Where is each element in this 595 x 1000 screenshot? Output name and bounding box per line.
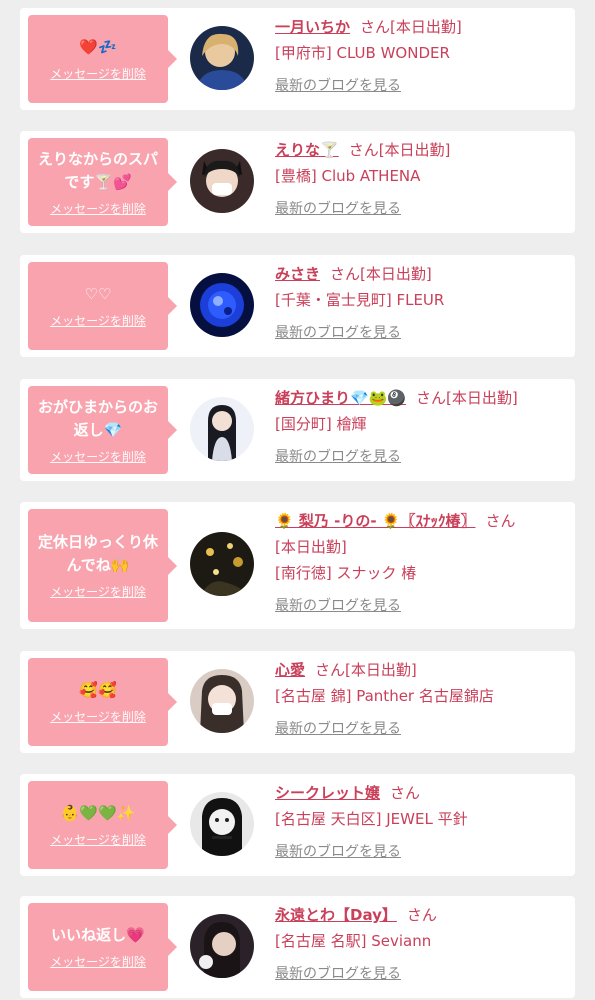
delete-message-link[interactable]: メッセージを削除: [50, 583, 146, 600]
message-text: 定休日ゆっくり休んでね🙌: [37, 533, 158, 574]
delete-message-link[interactable]: メッセージを削除: [50, 708, 146, 725]
message-card: いいね返し💗 メッセージを削除 永遠とわ【Day】 さん [名古屋 名駅] Sev…: [20, 896, 575, 998]
person-photo-icon: [190, 792, 254, 856]
cast-status: さん[本日出勤]: [315, 661, 417, 679]
latest-blog-link[interactable]: 最新のブログを見る: [275, 844, 401, 860]
message-text: ❤️💤: [79, 38, 117, 56]
person-photo-icon: [190, 26, 254, 90]
message-bubble: ❤️💤 メッセージを削除: [28, 15, 177, 103]
blue-crystal-photo-icon: [190, 273, 254, 337]
avatar[interactable]: [190, 397, 254, 461]
delete-message-link[interactable]: メッセージを削除: [50, 831, 146, 848]
message-text: 🥰🥰: [79, 681, 117, 699]
message-text: おがひまからのお返し💎: [37, 397, 158, 439]
message-text: えりなからのスパです🍸💕: [37, 149, 158, 191]
delete-message-link[interactable]: メッセージを削除: [50, 65, 146, 82]
message-bubble: ♡♡ メッセージを削除: [28, 262, 177, 350]
avatar[interactable]: [190, 532, 254, 596]
cast-status: さん[本日出勤]: [416, 389, 518, 407]
cast-name-link[interactable]: 心愛: [275, 661, 305, 679]
latest-blog-link[interactable]: 最新のブログを見る: [275, 966, 401, 982]
cast-info: みさき さん[本日出勤] [千葉・富士見町] FLEUR 最新のブログを見る: [275, 261, 563, 346]
shop-info: [甲府市] CLUB WONDER: [275, 44, 450, 62]
message-card: ♡♡ メッセージを削除 みさき さん[本日出勤] [千葉・富士見町] FLEUR …: [20, 255, 575, 357]
cast-info: 緒方ひまり💎🐸🎱 さん[本日出勤] [国分町] 檜輝 最新のブログを見る: [275, 385, 563, 470]
avatar[interactable]: [190, 792, 254, 856]
cast-info: シークレット嬢 さん [名古屋 天白区] JEWEL 平針 最新のブログを見る: [275, 780, 563, 865]
delete-message-link[interactable]: メッセージを削除: [50, 953, 146, 970]
message-card: ❤️💤 メッセージを削除 一月いちか さん[本日出勤] [甲府市] CLUB WO…: [20, 8, 575, 110]
shop-info: [国分町] 檜輝: [275, 415, 367, 433]
cast-name-link[interactable]: 🌻 梨乃 -りの- 🌻〖ｽﾅｯｸ椿〗: [275, 512, 475, 530]
cast-info: 心愛 さん[本日出勤] [名古屋 錦] Panther 名古屋錦店 最新のブログを…: [275, 657, 563, 742]
cast-status: さん: [406, 906, 437, 924]
person-photo-icon: [190, 149, 254, 213]
message-bubble: いいね返し💗 メッセージを削除: [28, 903, 177, 991]
cast-name-link[interactable]: 緒方ひまり💎🐸🎱: [275, 389, 406, 407]
cast-status: さん[本日出勤]: [360, 18, 462, 36]
cast-info: 永遠とわ【Day】 さん [名古屋 名駅] Seviann 最新のブログを見る: [275, 902, 563, 987]
cast-status: さん[本日出勤]: [330, 265, 432, 283]
message-text: 👶💚💚✨: [60, 804, 136, 822]
shop-info: [名古屋 天白区] JEWEL 平針: [275, 810, 468, 828]
cast-status-line: [本日出勤]: [275, 538, 347, 556]
cast-name-link[interactable]: 永遠とわ【Day】: [275, 906, 397, 924]
delete-message-link[interactable]: メッセージを削除: [50, 448, 146, 465]
avatar[interactable]: [190, 914, 254, 978]
delete-message-link[interactable]: メッセージを削除: [50, 312, 146, 329]
cast-name-link[interactable]: みさき: [275, 265, 320, 283]
cast-name-link[interactable]: 一月いちか: [275, 18, 350, 36]
shop-info: [名古屋 名駅] Seviann: [275, 932, 432, 950]
cast-name-link[interactable]: シークレット嬢: [275, 784, 380, 802]
latest-blog-link[interactable]: 最新のブログを見る: [275, 449, 401, 465]
person-photo-icon: [190, 914, 254, 978]
message-card: おがひまからのお返し💎 メッセージを削除 緒方ひまり💎🐸🎱 さん[本日出勤] [国…: [20, 379, 575, 481]
avatar[interactable]: [190, 669, 254, 733]
message-bubble: えりなからのスパです🍸💕 メッセージを削除: [28, 138, 177, 226]
latest-blog-link[interactable]: 最新のブログを見る: [275, 598, 401, 614]
message-card: えりなからのスパです🍸💕 メッセージを削除 えりな🍸 さん[本日出勤] [豊橋] …: [20, 131, 575, 233]
message-card: 👶💚💚✨ メッセージを削除 シークレット嬢 さん [名古屋 天白区] JEWEL …: [20, 774, 575, 876]
message-text: いいね返し💗: [51, 926, 145, 944]
cast-name-link[interactable]: えりな🍸: [275, 141, 339, 159]
cast-status: さん: [485, 512, 516, 530]
message-card: 定休日ゆっくり休んでね🙌 メッセージを削除 🌻 梨乃 -りの- 🌻〖ｽﾅｯｸ椿〗…: [20, 502, 575, 629]
latest-blog-link[interactable]: 最新のブログを見る: [275, 201, 401, 217]
night-lights-photo-icon: [190, 532, 254, 596]
cast-status: さん[本日出勤]: [348, 141, 451, 159]
delete-message-link[interactable]: メッセージを削除: [50, 200, 146, 217]
cast-status: さん: [390, 784, 421, 802]
shop-info: [豊橋] Club ATHENA: [275, 167, 421, 185]
avatar[interactable]: [190, 273, 254, 337]
latest-blog-link[interactable]: 最新のブログを見る: [275, 78, 401, 94]
message-bubble: 定休日ゆっくり休んでね🙌 メッセージを削除: [28, 509, 177, 622]
shop-info: [南行徳] スナック 椿: [275, 564, 417, 582]
person-photo-icon: [190, 397, 254, 461]
cast-info: 一月いちか さん[本日出勤] [甲府市] CLUB WONDER 最新のブログを見…: [275, 14, 563, 99]
latest-blog-link[interactable]: 最新のブログを見る: [275, 721, 401, 737]
person-photo-icon: [190, 669, 254, 733]
message-text: ♡♡: [84, 285, 112, 303]
message-bubble: 👶💚💚✨ メッセージを削除: [28, 781, 177, 869]
shop-info: [名古屋 錦] Panther 名古屋錦店: [275, 687, 494, 705]
message-card: 🥰🥰 メッセージを削除 心愛 さん[本日出勤] [名古屋 錦] Panther 名…: [20, 651, 575, 753]
avatar[interactable]: [190, 149, 254, 213]
message-bubble: おがひまからのお返し💎 メッセージを削除: [28, 386, 177, 474]
shop-info: [千葉・富士見町] FLEUR: [275, 291, 445, 309]
avatar[interactable]: [190, 26, 254, 90]
latest-blog-link[interactable]: 最新のブログを見る: [275, 325, 401, 341]
cast-info: えりな🍸 さん[本日出勤] [豊橋] Club ATHENA 最新のブログを見る: [275, 137, 563, 222]
message-bubble: 🥰🥰 メッセージを削除: [28, 658, 177, 746]
cast-info: 🌻 梨乃 -りの- 🌻〖ｽﾅｯｸ椿〗 さん [本日出勤] [南行徳] スナック 椿…: [275, 508, 563, 619]
